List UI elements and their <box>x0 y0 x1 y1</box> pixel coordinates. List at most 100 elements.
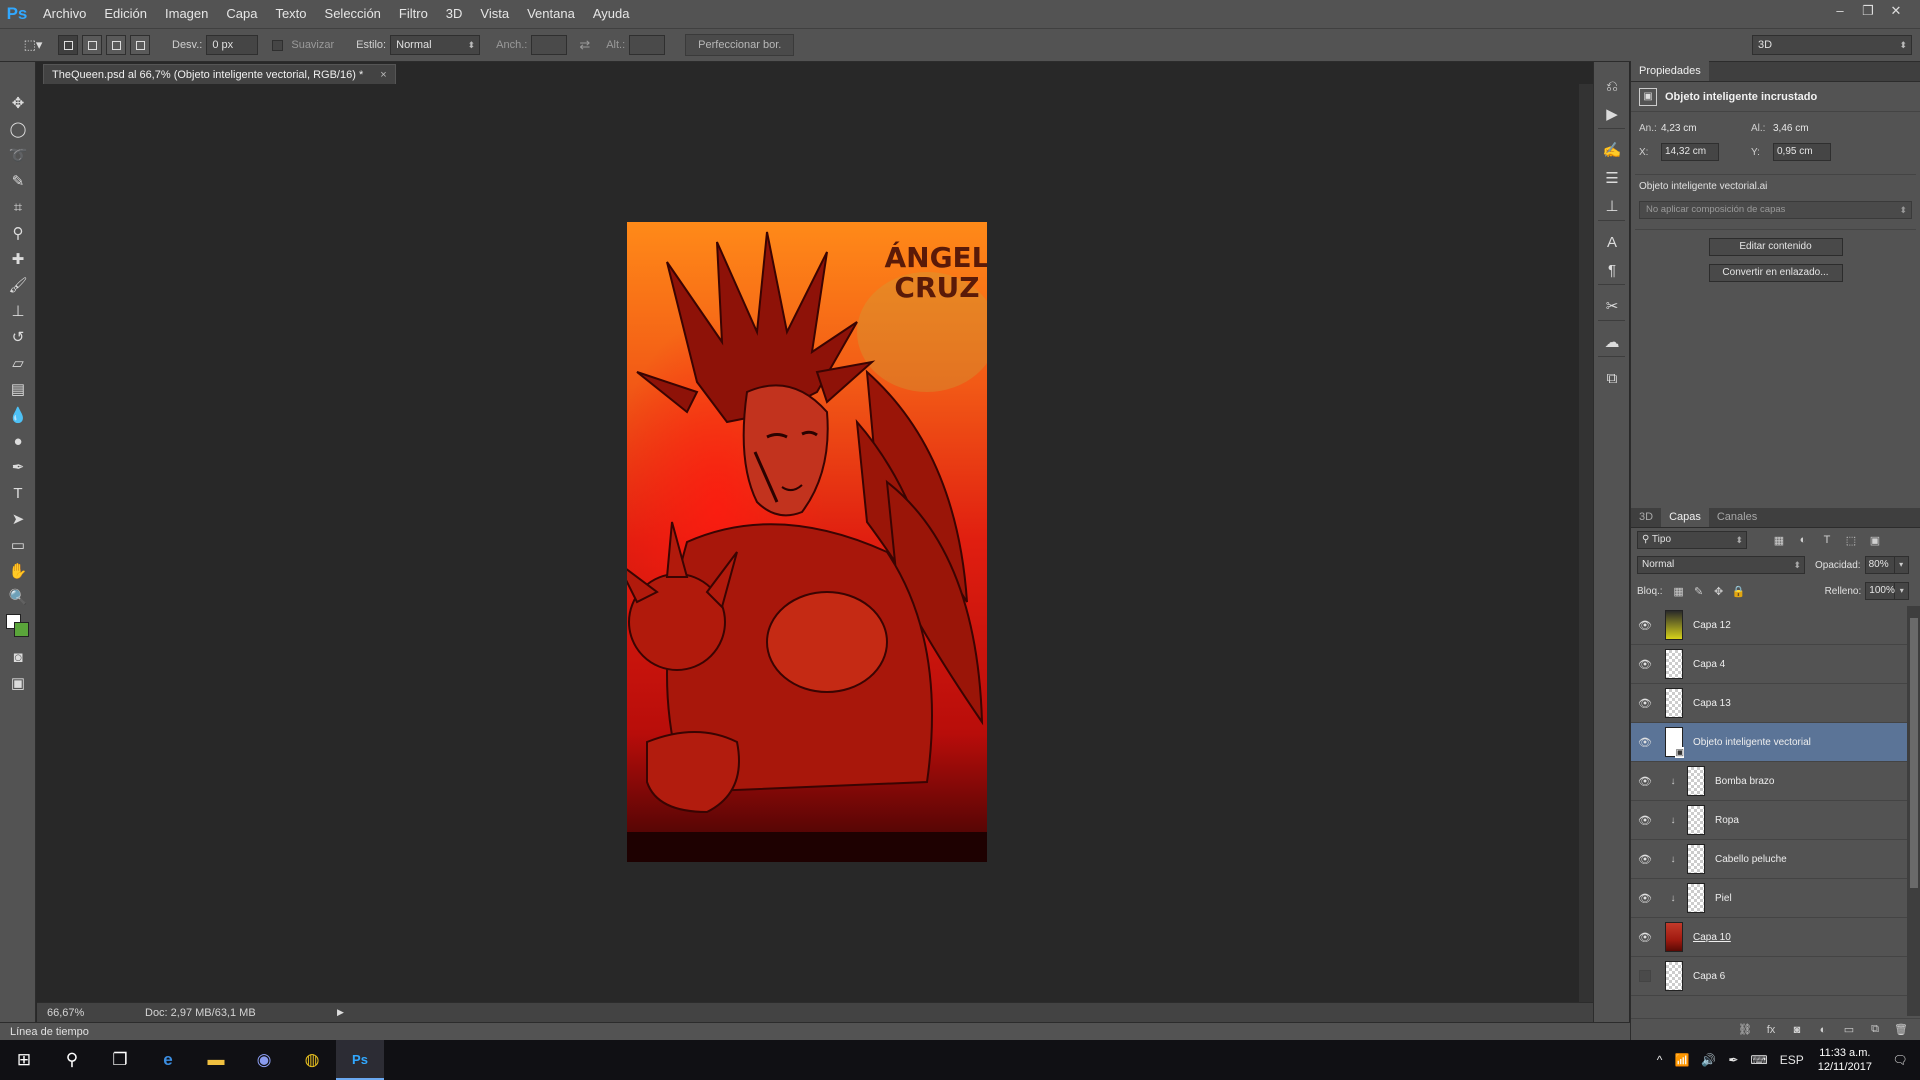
close-button[interactable]: ✕ <box>1882 1 1910 21</box>
status-menu-arrow-icon[interactable]: ▶ <box>337 1007 344 1018</box>
swap-icon[interactable]: ⇄ <box>579 37 590 53</box>
convert-to-linked-button[interactable]: Convertir en enlazado... <box>1708 264 1843 282</box>
quick-select-icon[interactable]: ✎ <box>0 168 36 194</box>
visibility-eye-icon[interactable]: 👁 <box>1631 736 1659 749</box>
height-prop-value[interactable]: 3,46 cm <box>1773 123 1863 134</box>
ellipse-marquee-icon[interactable]: ◯ <box>0 116 36 142</box>
type-filter-icon[interactable]: T <box>1815 534 1839 546</box>
layer-name[interactable]: Objeto inteligente vectorial <box>1693 737 1907 748</box>
layer-row[interactable]: 👁 ↓ Bomba brazo <box>1631 762 1907 801</box>
layer-row[interactable]: 👁 ↓ Cabello peluche <box>1631 840 1907 879</box>
path-select-icon[interactable]: ➤ <box>0 506 36 532</box>
canvas-artwork[interactable]: ÁNGEL CRUZ <box>616 222 997 862</box>
visibility-toggle-off[interactable] <box>1639 970 1651 982</box>
visibility-eye-icon[interactable]: 👁 <box>1631 658 1659 671</box>
brush-panel-icon[interactable]: ✍ <box>1594 136 1630 164</box>
visibility-eye-icon[interactable]: 👁 <box>1631 892 1659 905</box>
history-brush-icon[interactable]: ↺ <box>0 324 36 350</box>
layer-comp-select[interactable]: No aplicar composición de capas <box>1639 201 1912 219</box>
restore-button[interactable]: ❐ <box>1854 1 1882 21</box>
volume-icon[interactable]: 🔊 <box>1695 1053 1722 1067</box>
layer-thumbnail[interactable] <box>1665 922 1683 952</box>
new-group-icon[interactable]: ▭ <box>1839 1023 1859 1036</box>
layer-thumbnail[interactable] <box>1665 649 1683 679</box>
type-icon[interactable]: T <box>0 480 36 506</box>
menu-archivo[interactable]: Archivo <box>34 0 95 28</box>
layer-thumbnail[interactable] <box>1665 688 1683 718</box>
smart-filter-icon[interactable]: ▣ <box>1863 534 1887 547</box>
task-view-icon[interactable]: ❐ <box>96 1040 144 1080</box>
document-tab[interactable]: TheQueen.psd al 66,7% (Objeto inteligent… <box>43 64 396 84</box>
layer-thumbnail[interactable] <box>1687 805 1705 835</box>
menu-capa[interactable]: Capa <box>217 0 266 28</box>
lock-all-icon[interactable]: 🔒 <box>1729 585 1749 598</box>
add-mask-icon[interactable]: ◙ <box>1787 1024 1807 1036</box>
crop-icon[interactable]: ⌗ <box>0 194 36 220</box>
zoom-icon[interactable]: 🔍 <box>0 584 36 610</box>
intersect-selection-icon[interactable] <box>130 35 150 55</box>
document-tab-close-icon[interactable]: × <box>380 69 386 81</box>
opacity-input[interactable]: 80% <box>1864 556 1895 574</box>
visibility-eye-icon[interactable]: 👁 <box>1631 697 1659 710</box>
background-color[interactable] <box>14 622 29 637</box>
layer-row[interactable]: 👁 Capa 4 <box>1631 645 1907 684</box>
tab-canales[interactable]: Canales <box>1709 507 1765 527</box>
edit-contents-button[interactable]: Editar contenido <box>1708 238 1843 256</box>
layer-name[interactable]: Ropa <box>1715 815 1907 826</box>
menu-texto[interactable]: Texto <box>266 0 315 28</box>
visibility-eye-icon[interactable]: 👁 <box>1631 931 1659 944</box>
discord-icon[interactable]: ◉ <box>240 1040 288 1080</box>
delete-layer-icon[interactable]: 🗑 <box>1891 1023 1911 1036</box>
chrome-icon[interactable]: ◍ <box>288 1040 336 1080</box>
blur-icon[interactable]: 💧 <box>0 402 36 428</box>
adjustment-filter-icon[interactable]: ◐ <box>1791 534 1815 546</box>
keyboard-icon[interactable]: ⌨ <box>1744 1053 1773 1067</box>
shape-filter-icon[interactable]: ⬚ <box>1839 534 1863 547</box>
tab-3d[interactable]: 3D <box>1631 507 1661 527</box>
lock-transparency-icon[interactable]: ▦ <box>1669 585 1689 598</box>
layer-thumbnail[interactable] <box>1665 610 1683 640</box>
layer-row[interactable]: 👁 Capa 13 <box>1631 684 1907 723</box>
photoshop-taskbar-icon[interactable]: Ps <box>336 1040 384 1080</box>
menu-3d[interactable]: 3D <box>437 0 472 28</box>
move-tool-icon[interactable]: ✥ <box>0 90 36 116</box>
quick-mask-icon[interactable]: ◙ <box>0 644 36 670</box>
layer-thumbnail[interactable] <box>1665 961 1683 991</box>
layer-name[interactable]: Capa 10 <box>1693 932 1907 943</box>
blend-mode-select[interactable]: Normal <box>1637 556 1805 574</box>
minimize-button[interactable]: – <box>1826 1 1854 21</box>
tab-properties[interactable]: Propiedades <box>1631 61 1709 81</box>
style-select[interactable]: Normal <box>390 35 481 55</box>
menu-ventana[interactable]: Ventana <box>518 0 584 28</box>
subtract-selection-icon[interactable] <box>106 35 126 55</box>
layer-name[interactable]: Bomba brazo <box>1715 776 1907 787</box>
menu-filtro[interactable]: Filtro <box>390 0 437 28</box>
menu-edicion[interactable]: Edición <box>95 0 156 28</box>
workspace-select[interactable]: 3D <box>1752 35 1912 55</box>
tab-capas[interactable]: Capas <box>1661 507 1709 527</box>
layer-thumbnail[interactable] <box>1687 766 1705 796</box>
layer-name[interactable]: Capa 12 <box>1693 620 1907 631</box>
clone-stamp-icon[interactable]: ⊥ <box>0 298 36 324</box>
height-input[interactable] <box>629 35 666 55</box>
lasso-icon[interactable]: ➰ <box>0 142 36 168</box>
language-indicator[interactable]: ESP <box>1774 1053 1810 1067</box>
layer-row[interactable]: 👁 Capa 10 <box>1631 918 1907 957</box>
pen-ink-icon[interactable]: ✒ <box>1722 1053 1744 1067</box>
fill-input[interactable]: 100% <box>1865 582 1896 600</box>
brush-icon[interactable]: 🖌 <box>0 272 36 298</box>
eraser-icon[interactable]: ▱ <box>0 350 36 376</box>
layer-comps-icon[interactable]: ⧉ <box>1594 364 1630 392</box>
layer-thumbnail[interactable] <box>1687 883 1705 913</box>
new-selection-icon[interactable] <box>58 35 78 55</box>
actions-panel-icon[interactable]: ▶ <box>1594 100 1630 128</box>
tool-presets-icon[interactable]: ✂ <box>1594 292 1630 320</box>
adjustments-panel-icon[interactable]: ☰ <box>1594 164 1630 192</box>
layer-row[interactable]: 👁 ↓ Ropa <box>1631 801 1907 840</box>
link-layers-icon[interactable]: ⛓ <box>1735 1023 1755 1036</box>
lock-pixels-icon[interactable]: ✎ <box>1689 585 1709 598</box>
antialias-checkbox[interactable] <box>272 39 284 51</box>
feather-input[interactable]: 0 px <box>206 35 259 55</box>
file-explorer-icon[interactable]: ▬ <box>192 1040 240 1080</box>
history-panel-icon[interactable]: ⎌ <box>1594 72 1630 100</box>
